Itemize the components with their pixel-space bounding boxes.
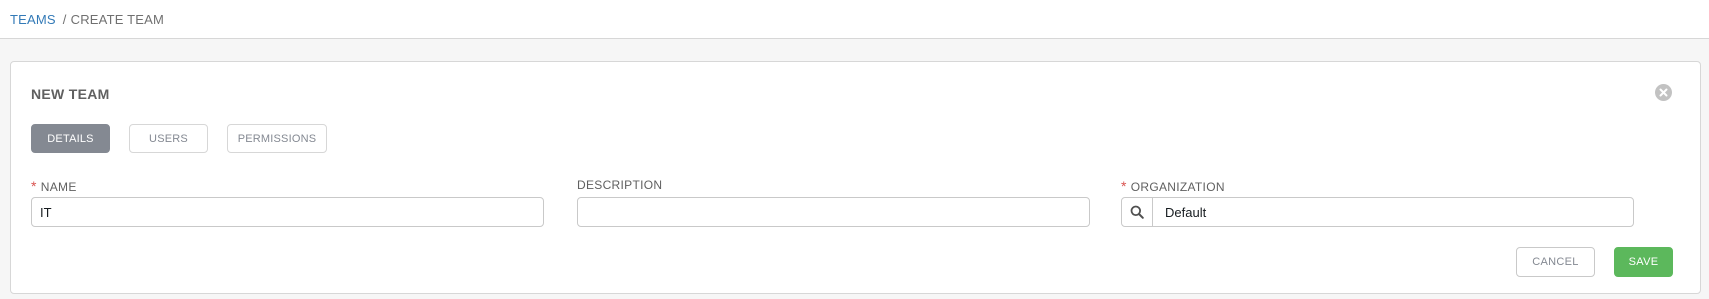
breadcrumb-current: CREATE TEAM — [70, 12, 165, 27]
organization-input[interactable] — [1153, 198, 1633, 226]
organization-lookup — [1121, 197, 1634, 227]
description-label-text: DESCRIPTION — [577, 178, 663, 192]
organization-lookup-button[interactable] — [1122, 198, 1153, 226]
tab-permissions[interactable]: PERMISSIONS — [227, 124, 327, 153]
description-input[interactable] — [577, 197, 1090, 227]
tab-details[interactable]: DETAILS — [31, 124, 110, 153]
page: TEAMS / CREATE TEAM NEW TEAM DETAILS USERS… — [0, 0, 1709, 299]
name-input[interactable] — [31, 197, 544, 227]
required-marker: * — [31, 178, 37, 194]
close-icon[interactable] — [1655, 84, 1672, 101]
organization-label-text: ORGANIZATION — [1130, 180, 1225, 194]
search-icon — [1130, 205, 1144, 219]
new-team-panel: NEW TEAM DETAILS USERS PERMISSIONS * NAME… — [10, 61, 1701, 294]
name-label: * NAME — [31, 178, 77, 194]
required-marker: * — [1121, 178, 1127, 194]
organization-label: * ORGANIZATION — [1121, 178, 1225, 194]
panel-title: NEW TEAM — [31, 86, 110, 102]
breadcrumb-bar: TEAMS / CREATE TEAM — [0, 0, 1709, 39]
tab-users[interactable]: USERS — [129, 124, 208, 153]
breadcrumb: TEAMS / CREATE TEAM — [10, 12, 164, 27]
description-label: DESCRIPTION — [577, 178, 662, 192]
cancel-button[interactable]: CANCEL — [1516, 247, 1595, 277]
breadcrumb-separator: / — [62, 12, 67, 27]
name-label-text: NAME — [40, 180, 77, 194]
save-button[interactable]: SAVE — [1614, 247, 1673, 277]
breadcrumb-teams-link[interactable]: TEAMS — [10, 12, 56, 27]
